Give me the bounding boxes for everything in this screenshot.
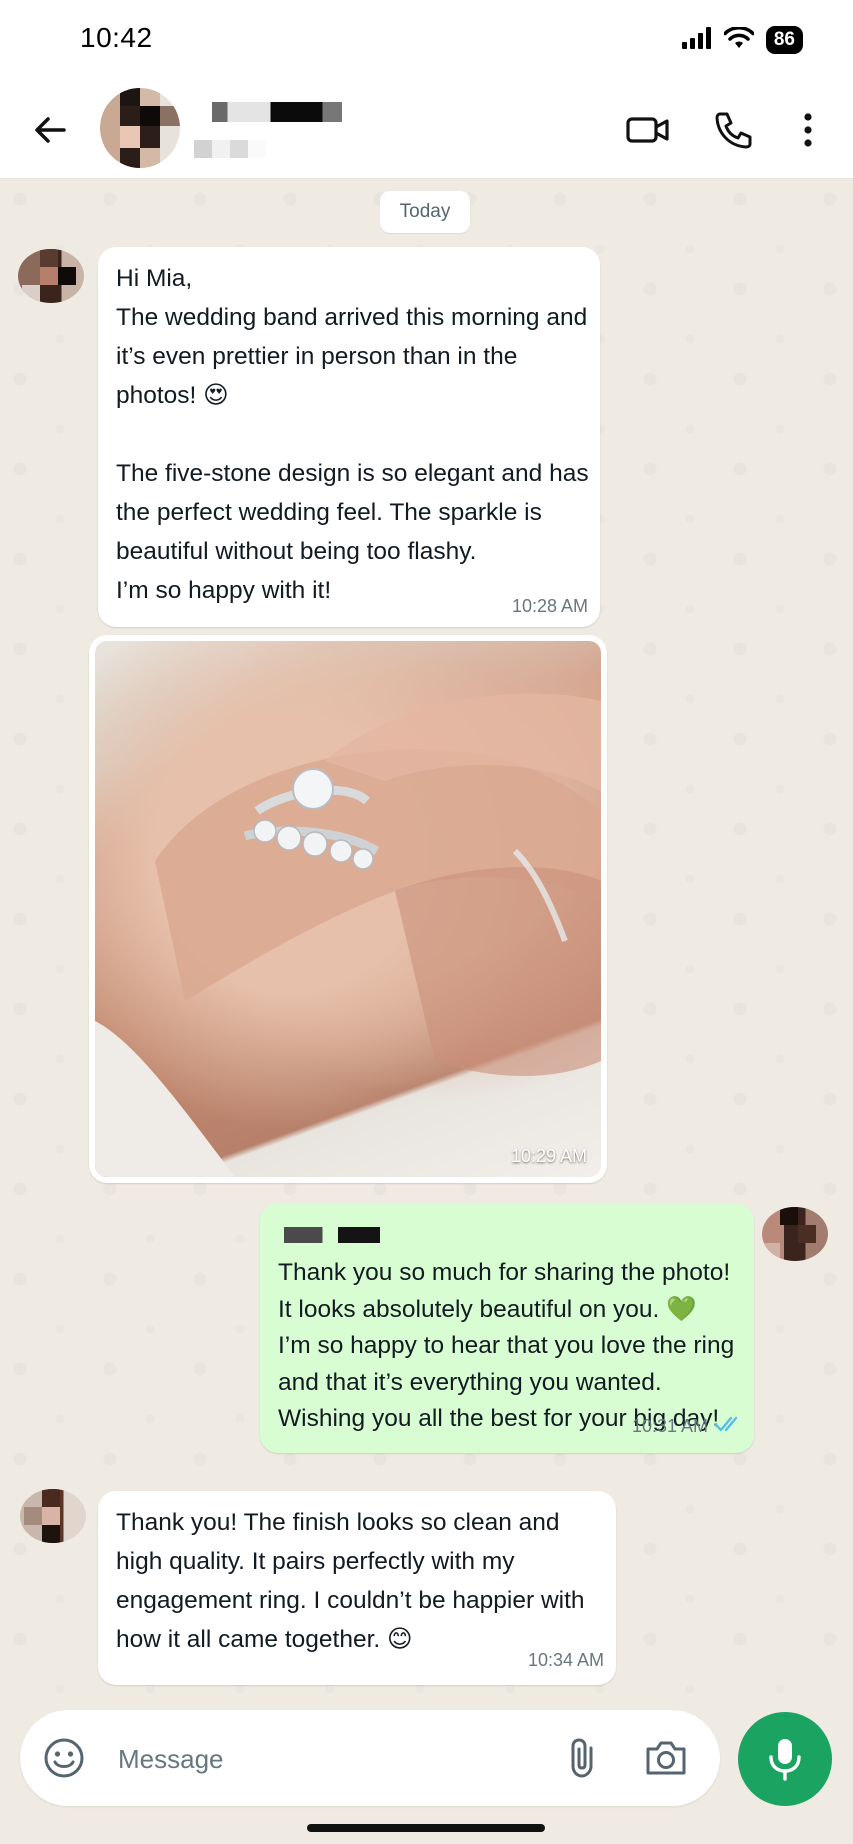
microphone-button[interactable] <box>738 1712 832 1806</box>
phone-icon[interactable] <box>710 106 758 154</box>
date-chip: Today <box>380 191 470 233</box>
camera-icon[interactable] <box>642 1734 690 1782</box>
message-input[interactable] <box>116 1732 560 1786</box>
microphone-icon <box>769 1739 801 1781</box>
photo-message-bubble[interactable]: 10:29 AM <box>89 635 607 1183</box>
message-time: 10:31 AM <box>631 1415 708 1436</box>
message-time: 10:34 AM <box>527 1650 604 1670</box>
contact-avatar[interactable] <box>100 88 180 168</box>
message-bubble-outgoing[interactable]: Thank you so much for sharing the photo!… <box>260 1203 754 1453</box>
sender-avatar[interactable] <box>18 249 84 303</box>
sender-avatar[interactable] <box>20 1489 86 1543</box>
double-check-icon <box>714 1406 742 1445</box>
contact-name-redacted[interactable] <box>212 102 342 122</box>
status-time: 10:42 <box>80 22 153 53</box>
video-call-icon[interactable] <box>624 106 672 154</box>
battery-indicator: 86 <box>765 26 803 54</box>
ring-photo[interactable]: 10:29 AM <box>95 641 601 1177</box>
message-meta: 10:31 AM <box>632 1406 742 1445</box>
home-indicator[interactable] <box>307 1824 545 1832</box>
message-bubble-incoming[interactable]: Hi Mia, The wedding band arrived this mo… <box>98 247 600 627</box>
own-avatar[interactable] <box>762 1207 828 1261</box>
wifi-icon <box>723 25 755 54</box>
photo-time: 10:29 AM <box>510 1146 587 1166</box>
message-text: Hi Mia, The wedding band arrived this mo… <box>116 265 589 604</box>
message-bubble-incoming[interactable]: Thank you! The finish looks so clean and… <box>98 1491 616 1685</box>
status-bar: 10:42 86 <box>0 0 853 82</box>
sender-name-redacted <box>284 1227 380 1243</box>
emoji-icon[interactable] <box>42 1736 86 1780</box>
paperclip-icon[interactable] <box>560 1734 608 1782</box>
message-composer <box>20 1710 720 1806</box>
back-arrow-icon[interactable] <box>26 106 74 154</box>
chat-area[interactable]: Today Hi Mia, The wedding band arrived t… <box>0 179 853 1709</box>
chat-header <box>0 82 853 179</box>
signal-icon <box>681 26 712 54</box>
more-vertical-icon[interactable] <box>784 106 832 154</box>
message-time: 10:28 AM <box>511 596 588 616</box>
message-text: Thank you! The finish looks so clean and… <box>116 1509 585 1653</box>
status-icons: 86 <box>681 25 803 54</box>
contact-status-redacted <box>194 140 266 158</box>
